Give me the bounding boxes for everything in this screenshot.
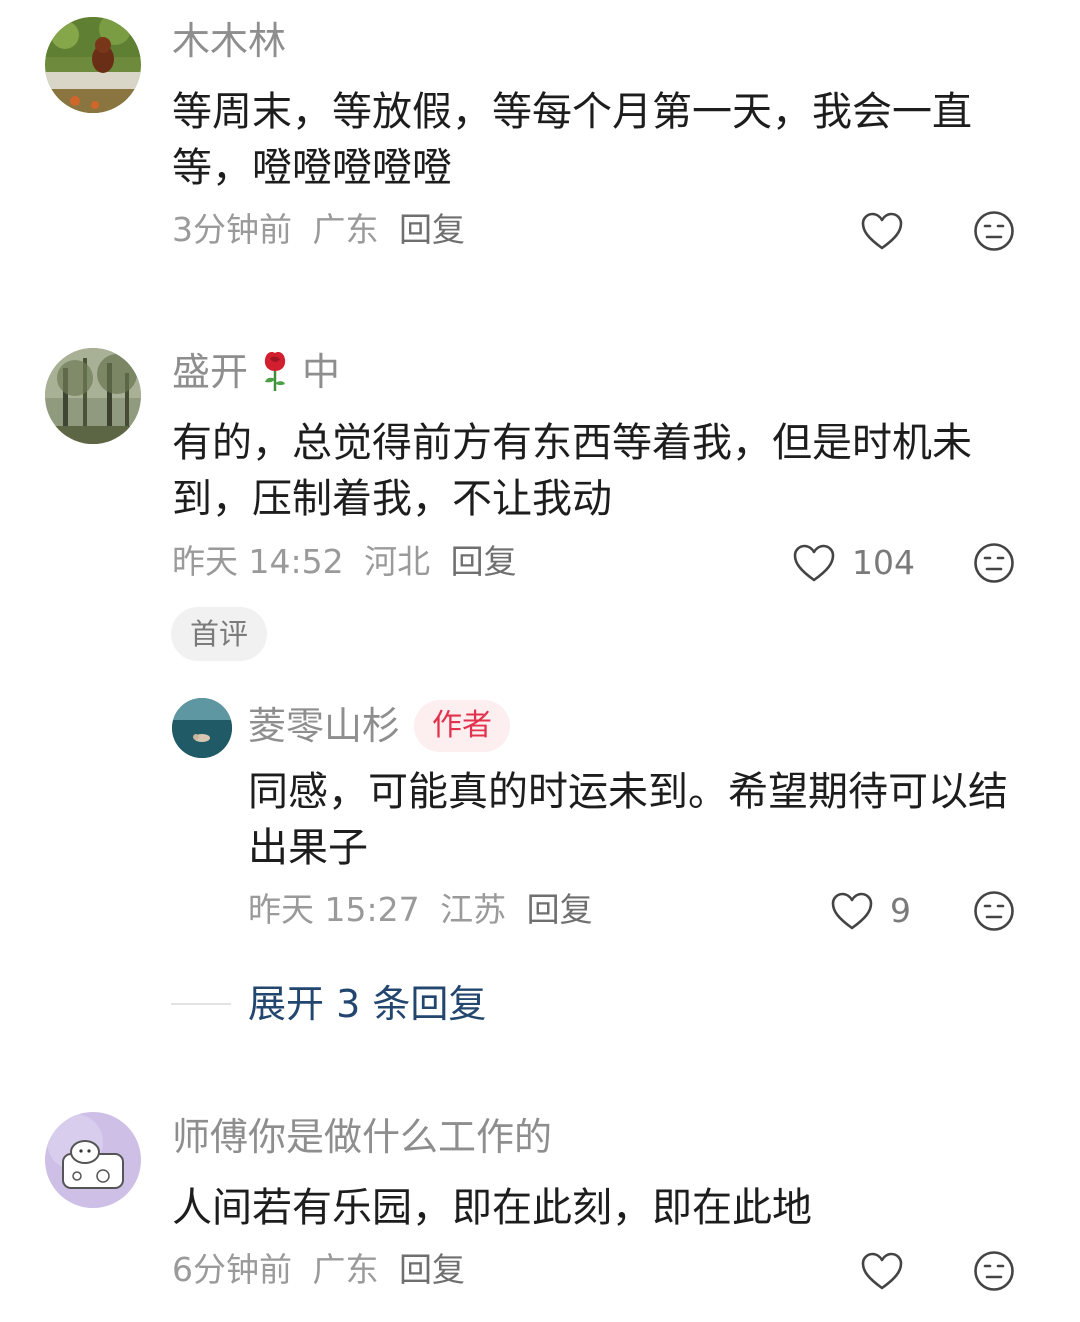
neutral-face-icon [974,543,1014,583]
comment-time: 昨天 14:52 [172,542,344,581]
comment-location: 河北 [364,542,431,581]
reply-avatar[interactable] [172,698,232,758]
reply-text: 同感，可能真的时运未到。希望期待可以结出果子 [248,769,1008,871]
reply-location: 江苏 [440,890,507,929]
first-comment-tag: 首评 [171,607,267,661]
reply-button[interactable]: 回复 [527,890,593,929]
comment-meta: 昨天 14:52 河北 回复 [172,542,517,582]
comment-username[interactable]: 木木林 [172,18,286,64]
reply-username[interactable]: 菱零山杉 作者 [248,700,511,752]
avatar[interactable] [45,348,141,444]
like-button[interactable] [860,209,920,253]
reply-meta: 昨天 15:27 江苏 回复 [248,890,593,930]
comment-text: 等周末，等放假，等每个月第一天，我会一直等，噔噔噔噔噔 [172,89,972,191]
avatar[interactable] [45,17,141,113]
reply-button[interactable]: 回复 [451,542,517,581]
heart-outline-icon [861,212,903,250]
comment-username[interactable]: 师傅你是做什么工作的 [172,1114,552,1160]
rose-icon [264,352,286,391]
heart-outline-icon [831,892,873,930]
expand-replies-button[interactable]: 展开 3 条回复 [248,980,486,1028]
reply-button[interactable]: 回复 [399,210,465,249]
dislike-button[interactable] [973,210,1015,252]
username-text: 盛开 [172,350,249,394]
like-button[interactable] [860,1249,920,1293]
like-count: 9 [890,891,911,930]
comment-username[interactable]: 盛开 中 [172,349,340,395]
reply-button[interactable]: 回复 [399,1250,465,1289]
comment-time: 6分钟前 [172,1250,292,1289]
heart-outline-icon [793,544,835,582]
author-badge: 作者 [414,700,511,752]
comment-location: 广东 [312,1250,379,1289]
like-button[interactable]: 104 [792,541,915,585]
dislike-button[interactable] [973,542,1015,584]
heart-outline-icon [861,1252,903,1290]
like-button[interactable]: 9 [830,889,911,933]
username-suffix: 中 [302,350,341,394]
comment-location: 广东 [312,210,379,249]
reply-time: 昨天 15:27 [248,890,420,929]
comment-meta: 3分钟前 广东 回复 [172,210,465,250]
dislike-button[interactable] [973,890,1015,932]
like-count: 104 [852,543,915,582]
dislike-button[interactable] [973,1250,1015,1292]
avatar[interactable] [45,1112,141,1208]
neutral-face-icon [974,1251,1014,1291]
comment-meta: 6分钟前 广东 回复 [172,1250,465,1290]
expand-divider [171,1003,231,1005]
neutral-face-icon [974,211,1014,251]
comment-text: 人间若有乐园，即在此刻，即在此地 [172,1185,812,1231]
comment-time: 3分钟前 [172,210,292,249]
neutral-face-icon [974,891,1014,931]
comment-text: 有的，总觉得前方有东西等着我，但是时机未到，压制着我，不让我动 [172,420,972,522]
reply-username-text: 菱零山杉 [248,704,401,748]
